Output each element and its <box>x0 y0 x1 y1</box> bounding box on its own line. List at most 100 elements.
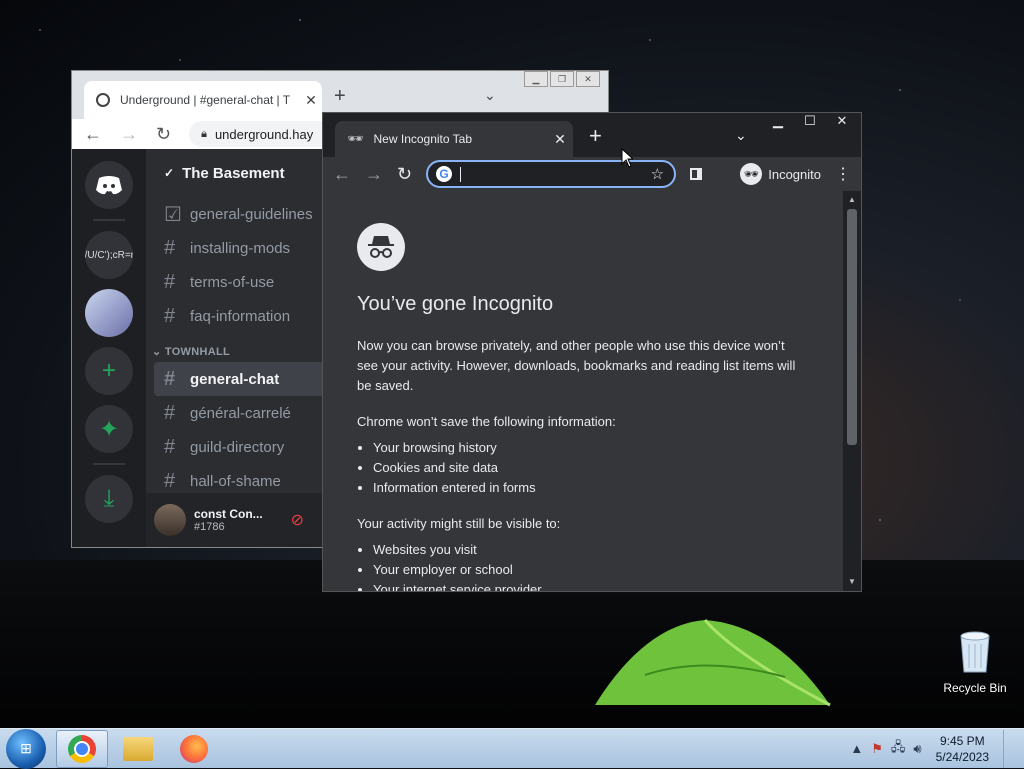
channel-label: installing-mods <box>190 239 291 257</box>
start-button[interactable]: ⊞ <box>6 728 46 769</box>
back-icon[interactable]: ← <box>333 164 351 185</box>
server-header[interactable]: ✓ The Basement <box>146 149 326 197</box>
channel-label: général-carrelé <box>190 404 291 422</box>
forward-icon[interactable]: → <box>365 164 383 185</box>
close-tab-icon[interactable]: ✕ <box>547 131 573 148</box>
clock[interactable]: 9:45 PM 5/24/2023 <box>936 733 989 765</box>
windows-logo-icon: ⊞ <box>20 740 32 756</box>
hash-icon: # <box>164 304 176 327</box>
hash-icon: # <box>164 435 176 458</box>
tab-search-chevron-icon[interactable]: ⌄ <box>484 87 496 104</box>
channel-label: general-guidelines <box>190 205 313 223</box>
minimize-button[interactable]: ▁ <box>524 71 548 87</box>
channel-faq-information[interactable]: # faq-information <box>146 299 326 333</box>
spy-glyph-icon <box>368 236 394 258</box>
discord-tab[interactable]: Underground | #general-chat | T ✕ <box>84 81 322 119</box>
verified-check-icon: ✓ <box>164 166 175 180</box>
channel-installing-mods[interactable]: # installing-mods <box>146 231 326 265</box>
muted-mic-icon[interactable]: ⊘ <box>291 510 304 530</box>
show-hidden-icons-icon[interactable]: ▲ <box>850 741 863 756</box>
show-desktop-button[interactable] <box>1003 729 1016 768</box>
server-icon-avatar[interactable] <box>85 289 133 337</box>
discord-tab-title: Underground | #general-chat | T <box>120 93 291 107</box>
download-icon[interactable]: ⤓ <box>85 475 133 523</box>
category-label: TOWNHALL <box>164 346 231 358</box>
google-icon: G <box>436 166 453 182</box>
incognito-tab[interactable]: 🕶︎ New Incognito Tab ✕ <box>335 121 573 157</box>
visible-list: Websites you visit Your employer or scho… <box>357 540 809 591</box>
forward-icon[interactable]: → <box>120 124 138 145</box>
mouse-pointer-icon <box>621 148 633 168</box>
tab-search-chevron-icon[interactable]: ⌄ <box>735 127 747 144</box>
channel-list: ✓ The Basement ☑ general-guidelines # in… <box>146 149 326 547</box>
taskbar-explorer[interactable] <box>112 730 164 768</box>
channel-terms-of-use[interactable]: # terms-of-use <box>146 265 326 299</box>
reload-icon[interactable]: ↻ <box>156 124 171 145</box>
hash-icon: # <box>164 270 176 293</box>
avatar[interactable] <box>154 504 186 536</box>
close-button[interactable]: ✕ <box>831 113 853 129</box>
reload-icon[interactable]: ↻ <box>397 164 412 185</box>
maximize-button[interactable]: ☐ <box>799 113 821 129</box>
menu-kebab-icon[interactable]: ⋮ <box>835 164 851 184</box>
channel-guild-directory[interactable]: # guild-directory <box>146 430 326 464</box>
incognito-heading: You’ve gone Incognito <box>357 293 554 315</box>
scroll-up-arrow-icon[interactable]: ▲ <box>845 193 859 207</box>
channel-label: hall-of-shame <box>190 472 281 490</box>
taskbar-chrome[interactable] <box>56 729 108 768</box>
server-icon-text[interactable]: ./U/C');cR=n <box>85 231 133 279</box>
discord-home-button[interactable] <box>85 161 133 209</box>
globe-icon <box>96 93 110 107</box>
channel-general-carrele[interactable]: # général-carrelé <box>146 396 326 430</box>
user-tag: #1786 <box>194 521 225 533</box>
clock-date: 5/24/2023 <box>935 749 989 764</box>
server-rail: ./U/C');cR=n + ✦ ⤓ <box>72 149 146 547</box>
incognito-intro: Now you can browse privately, and other … <box>357 338 796 393</box>
lock-icon: 🔒︎ <box>201 127 207 140</box>
new-tab-button[interactable]: + <box>589 123 602 149</box>
bookmark-star-icon[interactable]: ☆ <box>651 165 664 183</box>
new-tab-button[interactable]: + <box>334 85 346 108</box>
wont-save-heading: Chrome won’t save the following informat… <box>357 414 616 429</box>
address-text: underground.hay <box>214 126 314 142</box>
channel-label: terms-of-use <box>190 273 275 291</box>
incognito-tab-title: New Incognito Tab <box>373 132 473 146</box>
user-name: const Con... <box>194 507 263 521</box>
list-item: Information entered in forms <box>373 478 809 498</box>
scroll-thumb[interactable] <box>847 209 857 445</box>
incognito-profile-button[interactable]: 🕶︎ Incognito <box>740 163 821 185</box>
category-townhall[interactable]: ⌄ TOWNHALL <box>146 333 326 362</box>
channel-general-guidelines[interactable]: ☑ general-guidelines <box>146 197 326 231</box>
close-button[interactable]: ✕ <box>576 71 600 87</box>
channel-label: faq-information <box>190 307 291 325</box>
incognito-tab-strip: 🕶︎ New Incognito Tab ✕ + ⌄ ▁ ☐ ✕ <box>323 113 861 157</box>
vertical-scrollbar[interactable]: ▲ ▼ <box>845 193 859 589</box>
scroll-down-arrow-icon[interactable]: ▼ <box>845 575 859 589</box>
incognito-spy-icon <box>357 223 405 271</box>
side-panel-icon[interactable] <box>690 168 703 180</box>
channel-general-chat[interactable]: # general-chat <box>154 362 326 396</box>
wallpaper-tent <box>595 619 831 707</box>
back-icon[interactable]: ← <box>84 124 102 145</box>
taskbar-firefox[interactable] <box>168 730 220 768</box>
list-item: Cookies and site data <box>373 458 809 478</box>
list-item: Your employer or school <box>373 560 809 580</box>
list-item: Your browsing history <box>373 438 809 458</box>
recycle-bin-shortcut[interactable]: Recycle Bin <box>938 630 1012 695</box>
network-icon[interactable]: 🖧︎ <box>891 738 906 760</box>
volume-icon[interactable]: 🔊︎ <box>913 741 921 757</box>
address-bar[interactable]: G ☆ <box>426 160 677 188</box>
system-tray: ▲ ⚑ 🖧︎ 🔊︎ 9:45 PM 5/24/2023 <box>850 729 1024 768</box>
close-tab-icon[interactable]: ✕ <box>300 92 322 109</box>
channel-label: general-chat <box>190 370 280 388</box>
visible-heading: Your activity might still be visible to: <box>357 516 561 531</box>
clock-time: 9:45 PM <box>939 733 985 748</box>
firefox-icon <box>180 734 208 763</box>
minimize-button[interactable]: ▁ <box>767 113 789 129</box>
add-server-icon[interactable]: + <box>85 347 133 395</box>
restore-button[interactable]: ❐ <box>550 71 574 87</box>
explore-compass-icon[interactable]: ✦ <box>85 405 133 453</box>
list-item: Websites you visit <box>373 540 809 560</box>
incognito-browser-window[interactable]: 🕶︎ New Incognito Tab ✕ + ⌄ ▁ ☐ ✕ ← → ↻ G… <box>322 112 862 592</box>
action-center-flag-icon[interactable]: ⚑ <box>871 741 883 757</box>
